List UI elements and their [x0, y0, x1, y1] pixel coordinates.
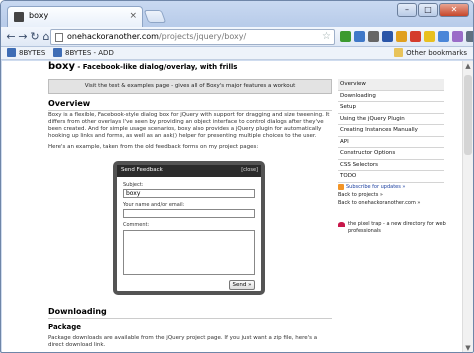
maximize-button[interactable]: □	[418, 3, 438, 17]
scroll-down-icon[interactable]: ▼	[464, 344, 472, 352]
extension-icons	[340, 31, 473, 42]
subject-field[interactable]: boxy	[123, 189, 255, 198]
page-favicon-icon	[14, 12, 24, 22]
close-window-button[interactable]: ✕	[439, 3, 469, 17]
subscribe-link[interactable]: Subscribe for updates »	[338, 183, 448, 191]
extension-icon[interactable]	[466, 31, 473, 42]
extension-icon[interactable]	[340, 31, 351, 42]
page-icon	[55, 33, 63, 42]
extension-icon[interactable]	[354, 31, 365, 42]
tab-strip: boxy × – □ ✕	[1, 1, 473, 27]
window-controls: – □ ✕	[397, 3, 469, 17]
scrollbar-thumb[interactable]	[464, 75, 472, 155]
bookmark-label: 8BYTES	[19, 48, 46, 57]
page-title-text: boxy	[48, 61, 75, 72]
new-tab-button[interactable]	[143, 10, 167, 23]
sidebar-item[interactable]: Setup	[338, 102, 444, 114]
sidebar-item[interactable]: Constructor Options	[338, 148, 444, 160]
feedback-dialog: Send Feedback [close] Subject: boxy Your…	[113, 161, 265, 295]
page-title: boxy - Facebook-like dialog/overlay, wit…	[48, 61, 237, 72]
other-bookmarks-label: Other bookmarks	[406, 48, 467, 57]
bookmark-icon	[7, 48, 16, 57]
url-host: onehackoranother.com	[67, 32, 159, 41]
dialog-close-link[interactable]: [close]	[241, 167, 258, 173]
sidebar-item[interactable]: API	[338, 137, 444, 148]
scroll-up-icon[interactable]: ▲	[464, 62, 472, 70]
pixel-trap-logo-icon	[338, 222, 345, 227]
minimize-button[interactable]: –	[397, 3, 417, 17]
other-bookmarks[interactable]: Other bookmarks	[394, 48, 467, 57]
page-content: boxy - Facebook-like dialog/overlay, wit…	[2, 61, 462, 352]
subscribe-label: Subscribe for updates »	[346, 184, 406, 190]
bookmark-item[interactable]: 8BYTES - ADD	[53, 48, 114, 57]
package-heading: Package	[48, 323, 81, 331]
tab-boxy[interactable]: boxy ×	[7, 6, 143, 27]
example-intro: Here's an example, taken from the old fe…	[48, 144, 259, 150]
dialog-titlebar[interactable]: Send Feedback [close]	[117, 165, 261, 177]
extension-icon[interactable]	[382, 31, 393, 42]
downloading-heading: Downloading	[48, 307, 332, 319]
send-button[interactable]: Send »	[229, 280, 255, 290]
url-path: /projects/jquery/boxy/	[158, 32, 247, 41]
subject-label: Subject:	[123, 182, 144, 188]
bookmark-item[interactable]: 8BYTES	[7, 48, 45, 57]
extension-icon[interactable]	[424, 31, 435, 42]
email-label: Your name and/or email:	[123, 202, 185, 208]
folder-icon	[394, 48, 404, 57]
vertical-scrollbar[interactable]: ▲ ▼	[462, 61, 473, 352]
sidebar-item[interactable]: Overview	[338, 79, 444, 91]
url-text: onehackoranother.com/projects/jquery/box…	[67, 32, 246, 41]
extension-icon[interactable]	[410, 31, 421, 42]
overview-paragraph: Boxy is a flexible, Facebook-style dialo…	[48, 112, 330, 139]
page-subtitle: - Facebook-like dialog/overlay, with fri…	[75, 63, 238, 71]
package-paragraph: Package downloads are available from the…	[48, 335, 318, 348]
sidebar-nav: Overview Downloading Setup Using the jQuery…	[338, 79, 444, 183]
bookmark-label: 8BYTES - ADD	[65, 48, 114, 57]
dialog-title: Send Feedback	[121, 167, 163, 173]
sidebar-item[interactable]: CSS Selectors	[338, 160, 444, 171]
sidebar-item[interactable]: Creating Instances Manually	[338, 125, 444, 137]
test-examples-notice[interactable]: Visit the test & examples page - gives a…	[48, 79, 332, 94]
back-to-projects-link[interactable]: Back to projects »	[338, 191, 448, 199]
sidebar-links: Subscribe for updates » Back to projects…	[338, 183, 448, 207]
overview-heading: Overview	[48, 99, 332, 111]
extension-icon[interactable]	[368, 31, 379, 42]
bookmark-star-icon[interactable]: ☆	[322, 31, 331, 42]
pixel-trap-text: the pixel trap - a new directory for web…	[348, 221, 446, 234]
extension-icon[interactable]	[452, 31, 463, 42]
bookmark-icon	[53, 48, 62, 57]
bookmarks-bar: 8BYTES 8BYTES - ADD Other bookmarks	[1, 47, 473, 60]
tab-title: boxy	[29, 11, 49, 20]
sidebar-item[interactable]: TODO	[338, 171, 444, 183]
sidebar-item[interactable]: Downloading	[338, 91, 444, 102]
address-bar[interactable]: onehackoranother.com/projects/jquery/box…	[50, 29, 335, 45]
email-field[interactable]	[123, 209, 255, 218]
tab-close-icon[interactable]: ×	[129, 10, 137, 22]
comment-label: Comment:	[123, 222, 150, 228]
extension-icon[interactable]	[438, 31, 449, 42]
back-to-site-link[interactable]: Back to onehackoranother.com »	[338, 199, 448, 207]
browser-window: boxy × – □ ✕ ← → ↻ ⌂ onehackoranother.co…	[0, 0, 474, 353]
extension-icon[interactable]	[396, 31, 407, 42]
rss-icon	[338, 184, 344, 190]
comment-textarea[interactable]	[123, 230, 255, 275]
browser-toolbar: ← → ↻ ⌂ onehackoranother.com/projects/jq…	[1, 27, 473, 47]
sidebar-item[interactable]: Using the jQuery Plugin	[338, 114, 444, 125]
